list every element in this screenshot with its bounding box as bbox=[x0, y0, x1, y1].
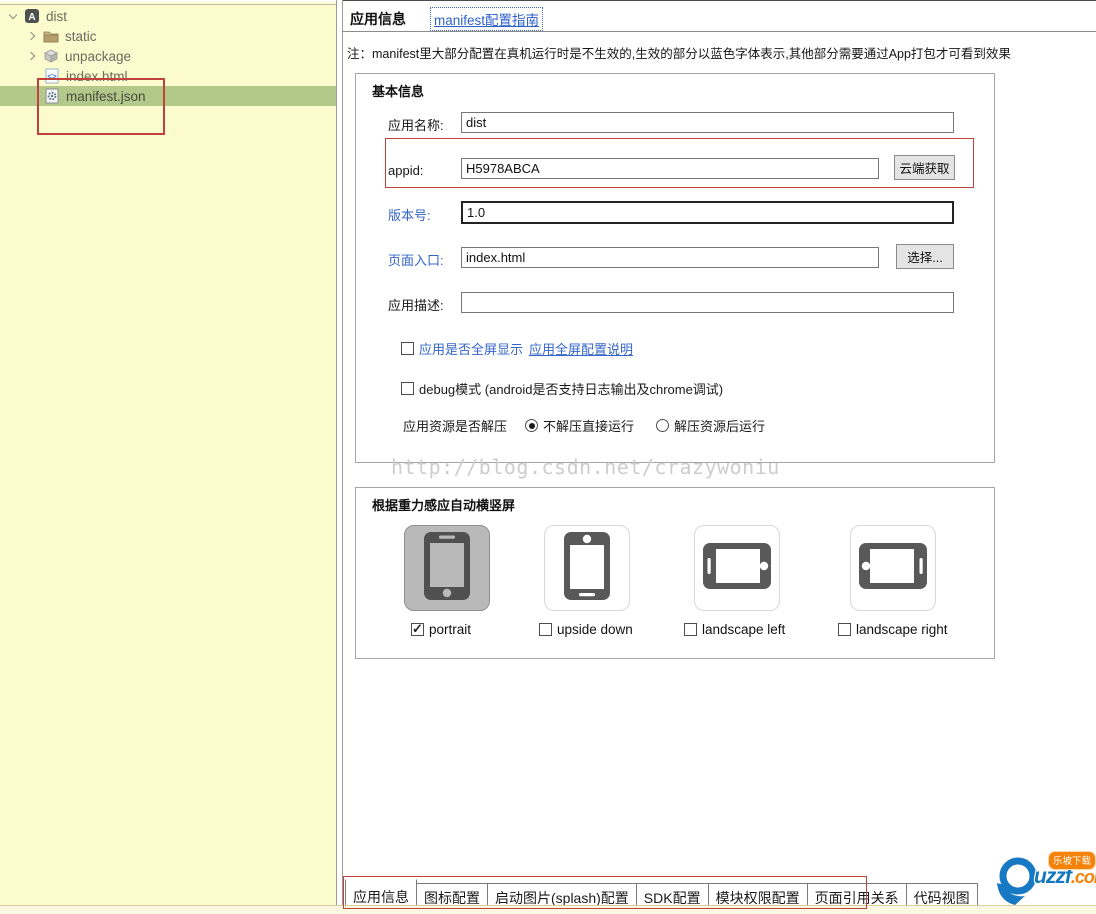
tab-app-info-header: 应用信息 bbox=[350, 9, 406, 29]
chevron-right-icon[interactable] bbox=[27, 51, 37, 61]
uzzf-logo: uzzf.com ✦ ✦ 乐坡下载 bbox=[993, 851, 1096, 907]
panel-splitter[interactable] bbox=[336, 0, 343, 905]
debug-checkbox-row: debug模式 (android是否支持日志输出及chrome调试) bbox=[401, 379, 723, 398]
uzzf-badge: 乐坡下载 bbox=[1048, 851, 1096, 870]
tree-item-label: static bbox=[65, 29, 97, 44]
landscape-right-checkbox[interactable] bbox=[838, 623, 851, 636]
html-file-icon: <> bbox=[44, 68, 60, 84]
landscape-right-option: landscape right bbox=[838, 622, 948, 637]
landscape-right-label: landscape right bbox=[856, 622, 948, 637]
tree-item-dist[interactable]: A dist bbox=[0, 6, 336, 26]
app-name-input[interactable] bbox=[461, 112, 954, 133]
fullscreen-guide-link[interactable]: 应用全屏配置说明 bbox=[529, 339, 633, 358]
orientation-groupbox: 根据重力感应自动横竖屏 portrait upsi bbox=[355, 487, 995, 659]
orientation-tile-landscape-right[interactable] bbox=[850, 525, 936, 611]
debug-checkbox-label: debug模式 (android是否支持日志输出及chrome调试) bbox=[419, 379, 723, 398]
orientation-tile-upside-down[interactable] bbox=[544, 525, 630, 611]
package-icon bbox=[43, 48, 59, 64]
tree-item-label: manifest.json bbox=[66, 89, 146, 104]
select-entry-button[interactable]: 选择... bbox=[896, 244, 954, 269]
basic-info-title: 基本信息 bbox=[372, 81, 424, 100]
orientation-title: 根据重力感应自动横竖屏 bbox=[372, 495, 515, 514]
entry-page-label: 页面入口: bbox=[388, 250, 460, 269]
tree-item-label: dist bbox=[46, 9, 67, 24]
folder-icon bbox=[43, 28, 59, 44]
portrait-option: portrait bbox=[411, 622, 471, 637]
app-desc-input[interactable] bbox=[461, 292, 954, 313]
landscape-left-option: landscape left bbox=[684, 622, 785, 637]
bottom-page-strip bbox=[0, 905, 1096, 914]
phone-portrait-icon bbox=[419, 530, 475, 607]
chevron-down-icon[interactable] bbox=[8, 11, 18, 21]
radio-run-direct[interactable] bbox=[525, 419, 538, 432]
unzip-radio-row: 应用资源是否解压 不解压直接运行 解压资源后运行 bbox=[403, 416, 765, 435]
manifest-editor-panel: 应用信息 manifest配置指南 注：manifest里大部分配置在真机运行时… bbox=[343, 0, 1096, 905]
radio-run-direct-label: 不解压直接运行 bbox=[543, 416, 634, 435]
tree-item-label: unpackage bbox=[65, 49, 131, 64]
appid-input[interactable] bbox=[461, 158, 879, 179]
version-label: 版本号: bbox=[388, 205, 460, 224]
unzip-group-label: 应用资源是否解压 bbox=[403, 416, 507, 435]
tree-item-index-html[interactable]: <> index.html bbox=[0, 66, 336, 86]
portrait-checkbox[interactable] bbox=[411, 623, 424, 636]
version-input[interactable] bbox=[461, 201, 954, 224]
app-project-icon: A bbox=[24, 8, 40, 24]
fullscreen-checkbox-label: 应用是否全屏显示 bbox=[419, 339, 523, 358]
manifest-note-text: 注：manifest里大部分配置在真机运行时是不生效的,生效的部分以蓝色字体表示… bbox=[347, 43, 1011, 62]
upside-down-label: upside down bbox=[557, 622, 633, 637]
orientation-tile-portrait[interactable] bbox=[404, 525, 490, 611]
uzzf-swirl-icon bbox=[993, 853, 1039, 912]
upside-down-option: upside down bbox=[539, 622, 633, 637]
file-tree: A dist static unpackage <> index.html bbox=[0, 6, 336, 106]
manifest-guide-link[interactable]: manifest配置指南 bbox=[431, 8, 542, 30]
basic-info-groupbox: 基本信息 应用名称: appid: 云端获取 版本号: 页面入口: 选择... … bbox=[355, 73, 995, 463]
phone-landscape-left-icon bbox=[701, 538, 773, 599]
project-file-tree-panel: A dist static unpackage <> index.html bbox=[0, 0, 336, 905]
radio-unzip-run[interactable] bbox=[656, 419, 669, 432]
cloud-fetch-button[interactable]: 云端获取 bbox=[894, 155, 955, 180]
fullscreen-checkbox[interactable] bbox=[401, 342, 414, 355]
orientation-tile-landscape-left[interactable] bbox=[694, 525, 780, 611]
tree-item-label: index.html bbox=[66, 69, 128, 84]
appid-label: appid: bbox=[388, 163, 460, 178]
tree-item-unpackage[interactable]: unpackage bbox=[0, 46, 336, 66]
sidebar-top-divider bbox=[0, 4, 336, 5]
header-divider bbox=[343, 31, 1096, 32]
entry-page-input[interactable] bbox=[461, 247, 879, 268]
portrait-label: portrait bbox=[429, 622, 471, 637]
tree-item-static[interactable]: static bbox=[0, 26, 336, 46]
phone-upside-down-icon bbox=[559, 530, 615, 607]
svg-text:<>: <> bbox=[47, 72, 57, 81]
app-desc-label: 应用描述: bbox=[388, 295, 460, 314]
json-file-icon bbox=[44, 88, 60, 104]
phone-landscape-right-icon bbox=[857, 538, 929, 599]
chevron-right-icon[interactable] bbox=[27, 31, 37, 41]
landscape-left-label: landscape left bbox=[702, 622, 785, 637]
fullscreen-checkbox-row: 应用是否全屏显示 应用全屏配置说明 bbox=[401, 339, 633, 358]
tree-item-manifest-json[interactable]: manifest.json bbox=[0, 86, 336, 106]
upside-down-checkbox[interactable] bbox=[539, 623, 552, 636]
app-name-label: 应用名称: bbox=[388, 115, 460, 134]
radio-unzip-run-label: 解压资源后运行 bbox=[674, 416, 765, 435]
landscape-left-checkbox[interactable] bbox=[684, 623, 697, 636]
debug-checkbox[interactable] bbox=[401, 382, 414, 395]
csdn-watermark-text: http://blog.csdn.net/crazywoniu bbox=[391, 455, 780, 479]
svg-text:A: A bbox=[28, 12, 35, 23]
